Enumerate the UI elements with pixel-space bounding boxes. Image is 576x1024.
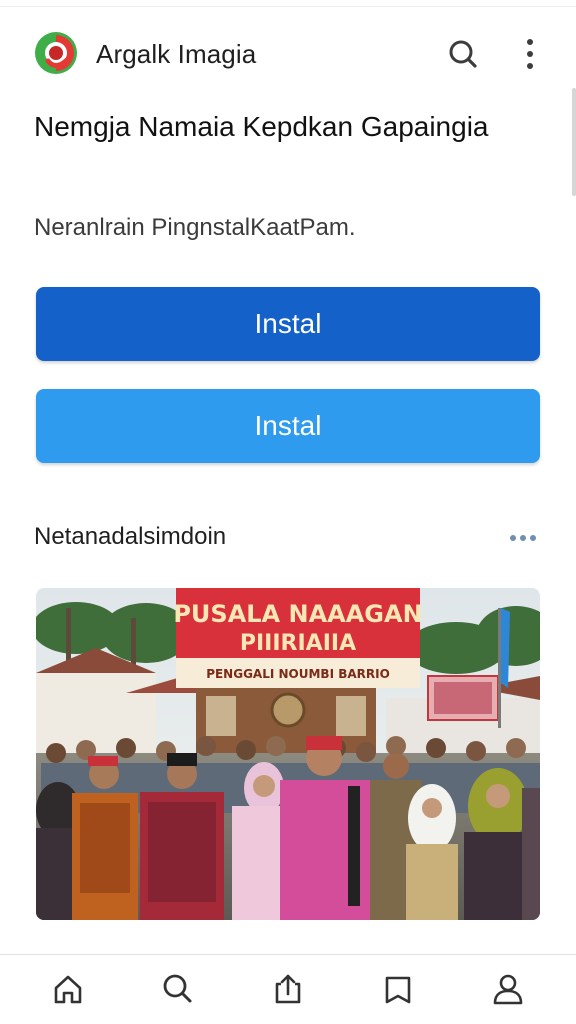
page-title: Nemgja Namaia Kepdkan Gapaingia: [34, 111, 489, 142]
nav-bookmark[interactable]: [378, 969, 418, 1009]
status-divider: [0, 6, 576, 7]
event-photo-image: PUSALA NAAAGAN PIIIRIAIIA PENGGALI NOUMB…: [36, 588, 540, 920]
app-logo-icon: [35, 32, 77, 74]
more-vertical-icon: [527, 39, 533, 69]
page-subtitle: Neranlrain PingnstalKaatPam.: [34, 214, 356, 241]
banner-line-2: PIIIRIAIIA: [240, 631, 356, 656]
section-title: Netanadalsimdoin: [34, 523, 227, 550]
event-photo[interactable]: PUSALA NAAAGAN PIIIRIAIIA PENGGALI NOUMB…: [36, 588, 540, 920]
scrollbar[interactable]: [572, 88, 576, 196]
search-icon: [163, 974, 192, 1003]
install-button-primary[interactable]: Instal: [36, 287, 540, 361]
banner-line-1: PUSALA NAAAGAN: [173, 600, 422, 628]
more-horizontal-icon: [508, 535, 538, 541]
app-screen: Argalk Imagia Nemgja Namaia Kepdkan Gapa…: [0, 0, 576, 1024]
app-title: Argalk Imagia: [96, 39, 257, 69]
profile-icon: [493, 974, 523, 1005]
app-header: Argalk Imagia: [0, 22, 576, 86]
share-icon: [275, 974, 301, 1004]
search-icon: [449, 40, 477, 68]
nav-search[interactable]: [158, 969, 198, 1009]
nav-home[interactable]: [48, 969, 88, 1009]
home-icon: [54, 975, 82, 1004]
install-button-secondary[interactable]: Instal: [36, 389, 540, 463]
section-more-button[interactable]: [500, 522, 546, 554]
nav-share[interactable]: [268, 969, 308, 1009]
bottom-navigation: [0, 955, 576, 1024]
more-options-button[interactable]: [510, 34, 550, 74]
banner-line-3: PENGGALI NOUMBI BARRIO: [206, 667, 390, 681]
nav-profile[interactable]: [488, 969, 528, 1009]
search-button[interactable]: [443, 34, 483, 74]
bookmark-icon: [385, 976, 411, 1004]
